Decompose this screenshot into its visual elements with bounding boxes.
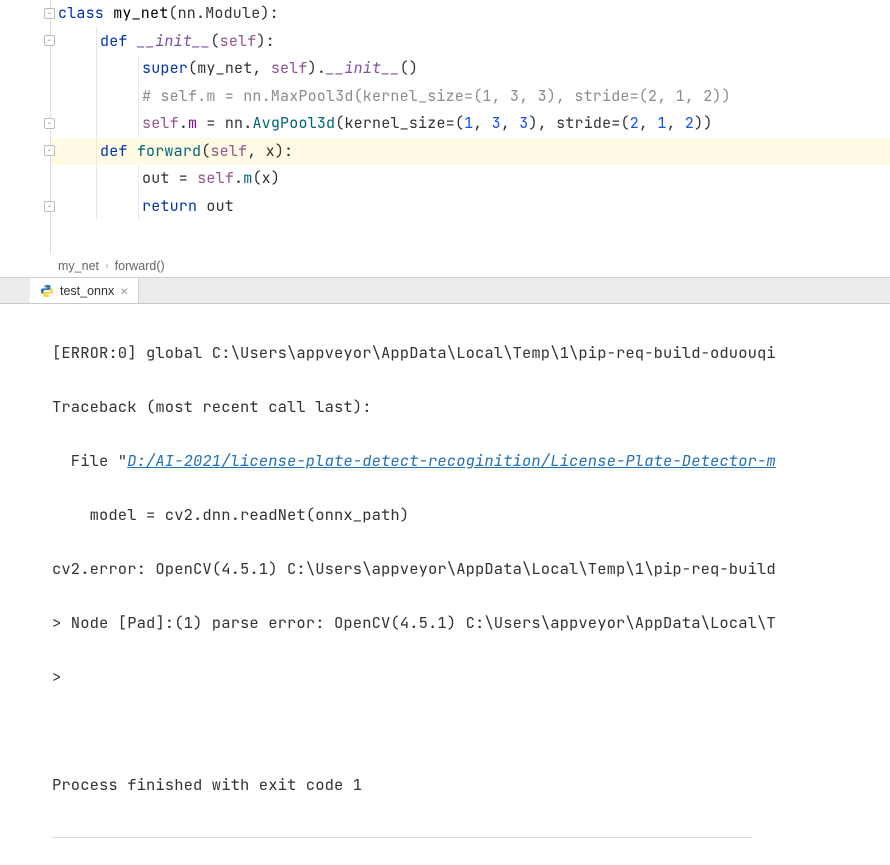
breadcrumb-item[interactable]: forward() xyxy=(115,254,165,278)
close-icon[interactable]: × xyxy=(120,283,128,299)
code-line[interactable]: class my_net(nn.Module): xyxy=(54,0,890,28)
breadcrumb-item[interactable]: my_net xyxy=(58,254,99,278)
code-line[interactable]: super(my_net, self).__init__() xyxy=(54,55,890,83)
tab-test-onnx[interactable]: test_onnx × xyxy=(30,278,139,303)
console-tab-bar: test_onnx × xyxy=(0,278,890,304)
run-console[interactable]: [ERROR:0] global C:\Users\appveyor\AppDa… xyxy=(0,304,890,865)
code-area[interactable]: class my_net(nn.Module): def __init__(se… xyxy=(54,0,890,220)
separator xyxy=(52,837,752,838)
console-line: Traceback (most recent call last): xyxy=(52,393,890,420)
python-file-icon xyxy=(40,284,54,298)
console-line: File "D:/AI-2021/license-plate-detect-re… xyxy=(52,447,890,474)
console-line: Process finished with exit code 1 xyxy=(52,771,890,798)
console-line: > Node [Pad]:(1) parse error: OpenCV(4.5… xyxy=(52,609,890,636)
code-line[interactable]: # self.m = nn.MaxPool3d(kernel_size=(1, … xyxy=(54,83,890,111)
console-line: [ERROR:0] global C:\Users\appveyor\AppDa… xyxy=(52,339,890,366)
gutter xyxy=(0,0,52,254)
chevron-right-icon: › xyxy=(105,254,109,278)
code-editor[interactable]: class my_net(nn.Module): def __init__(se… xyxy=(0,0,890,254)
console-line: model = cv2.dnn.readNet(onnx_path) xyxy=(52,501,890,528)
file-link[interactable]: D:/AI-2021/license-plate-detect-recogini… xyxy=(127,450,776,471)
code-line[interactable]: out = self.m(x) xyxy=(54,165,890,193)
code-line[interactable]: self.m = nn.AvgPool3d(kernel_size=(1, 3,… xyxy=(54,110,890,138)
code-line[interactable]: return out xyxy=(54,193,890,221)
console-line: > xyxy=(52,663,890,690)
breadcrumb[interactable]: my_net › forward() xyxy=(0,254,890,278)
tab-label: test_onnx xyxy=(60,284,114,298)
console-line: cv2.error: OpenCV(4.5.1) C:\Users\appvey… xyxy=(52,555,890,582)
code-line[interactable]: def forward(self, x): xyxy=(54,138,890,166)
code-line[interactable]: def __init__(self): xyxy=(54,28,890,56)
